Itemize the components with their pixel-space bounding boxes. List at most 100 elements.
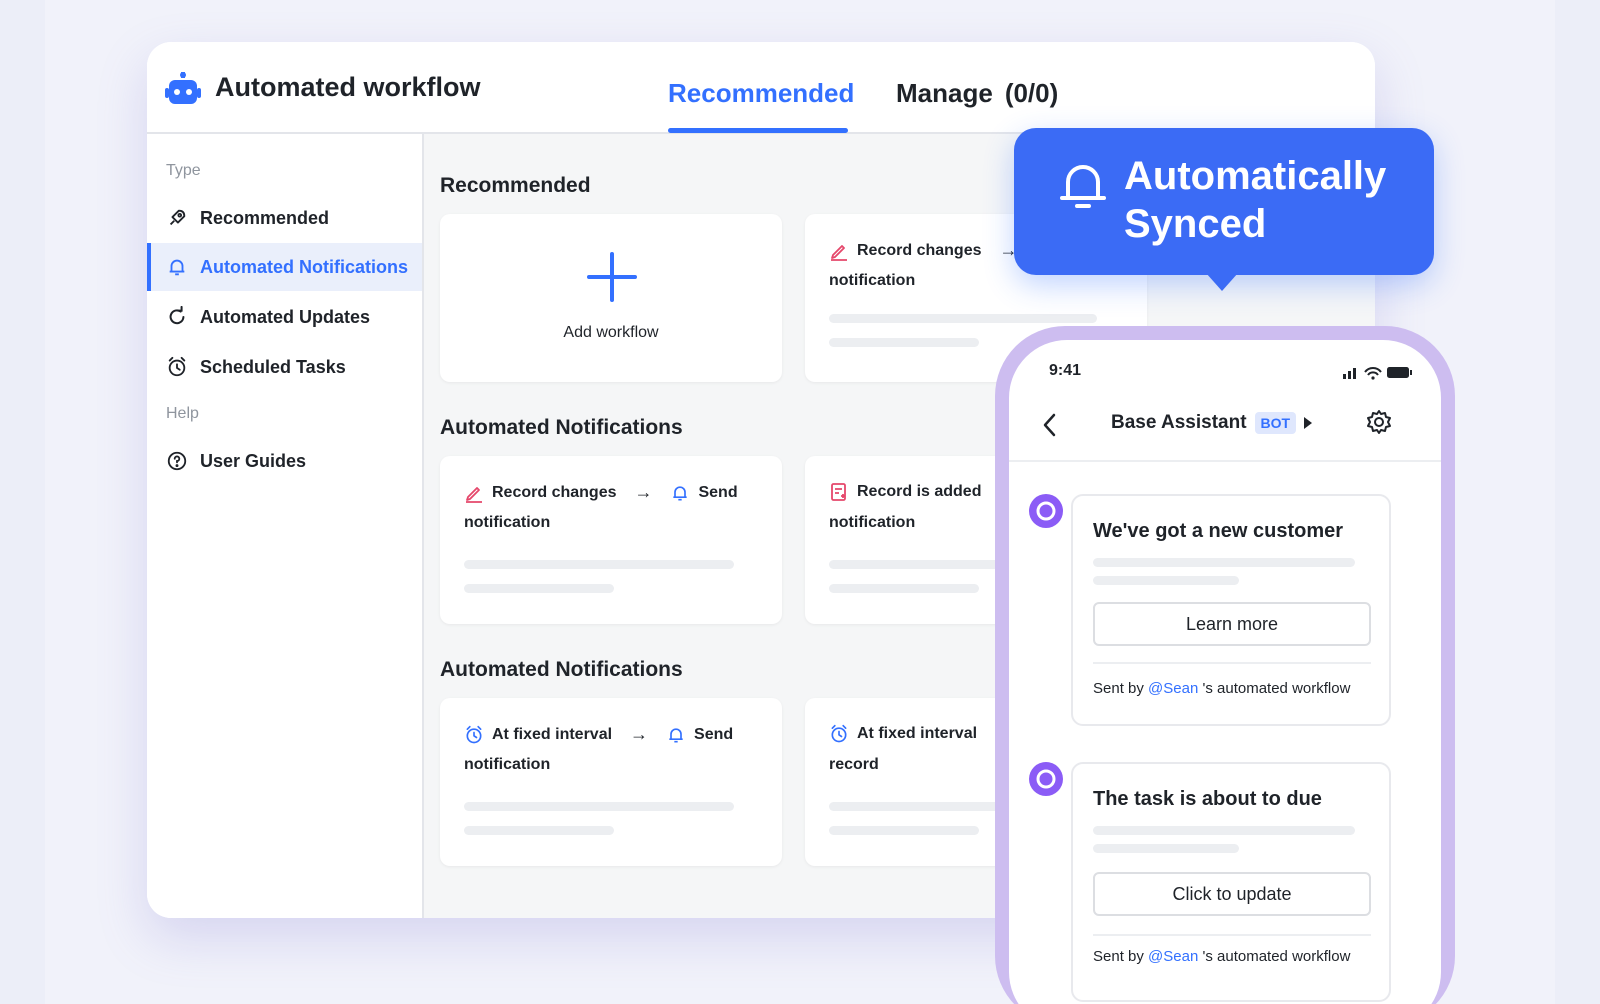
- rocket-icon: [169, 209, 186, 226]
- sidebar-item-label: Recommended: [200, 207, 330, 228]
- footer-suffix: 's automated workflow: [1202, 948, 1351, 965]
- message-footer: Sent by @Sean 's automated workflow: [1093, 680, 1350, 697]
- sidebar: Type Recommended Automated Notifications…: [147, 134, 424, 918]
- divider: [1093, 934, 1371, 936]
- card-trigger: Record changes →: [829, 240, 1035, 261]
- message-title: The task is about to due: [1093, 788, 1322, 810]
- card-action-label: Send: [694, 725, 734, 743]
- bot-badge: BOT: [1254, 412, 1297, 434]
- gear-icon[interactable]: [1365, 408, 1393, 436]
- callout-text: Automatically Synced: [1124, 152, 1386, 248]
- learn-more-button[interactable]: Learn more: [1093, 602, 1371, 646]
- card-trigger: Record is added: [829, 482, 981, 502]
- alarm-clock-icon: [168, 356, 186, 377]
- callout-line2: Synced: [1124, 202, 1267, 246]
- window-title: Automated workflow: [215, 72, 481, 102]
- card-line2: notification: [829, 514, 916, 531]
- message-card: The task is about to due Click to update…: [1071, 762, 1391, 1002]
- alarm-clock-icon: [466, 725, 482, 743]
- card-trigger-label: Record changes: [857, 241, 982, 259]
- card-line2: notification: [464, 756, 551, 773]
- placeholder-bar: [1093, 844, 1239, 853]
- card-trigger: Record changes → Send: [464, 482, 738, 503]
- active-tab-indicator: [668, 128, 848, 133]
- bot-avatar: [1029, 762, 1063, 796]
- divider: [1093, 662, 1371, 664]
- card-trigger: At fixed interval: [829, 724, 977, 744]
- sidebar-section-type: Type: [166, 162, 201, 179]
- sidebar-item-label: Scheduled Tasks: [200, 356, 346, 377]
- tab-manage-label: Manage: [896, 78, 993, 108]
- placeholder-bar: [829, 826, 979, 835]
- user-mention[interactable]: @Sean: [1148, 680, 1198, 697]
- caret-right-icon: [1304, 417, 1313, 429]
- callout-line1: Automatically: [1124, 154, 1387, 198]
- pencil-icon: [466, 486, 482, 503]
- status-bar-icons: [1343, 367, 1412, 380]
- bell-icon: [673, 485, 688, 500]
- tab-manage-count: (0/0): [1004, 78, 1059, 108]
- click-to-update-button[interactable]: Click to update: [1093, 872, 1371, 916]
- card-trigger: At fixed interval → Send: [464, 724, 733, 745]
- placeholder-bar: [464, 802, 734, 811]
- chat-title[interactable]: Base Assistant BOT: [1111, 412, 1313, 434]
- add-workflow-label: Add workflow: [563, 324, 659, 341]
- robot-icon: [165, 72, 201, 104]
- sidebar-item-user-guides[interactable]: User Guides: [147, 437, 422, 485]
- status-time: 9:41: [1049, 362, 1082, 379]
- back-chevron-icon[interactable]: [1039, 410, 1061, 440]
- placeholder-bar: [464, 560, 734, 569]
- placeholder-bar: [1093, 558, 1355, 567]
- bell-icon: [669, 727, 683, 742]
- chat-title-label: Base Assistant: [1111, 412, 1247, 433]
- sidebar-item-scheduled-tasks[interactable]: Scheduled Tasks: [147, 343, 422, 391]
- alarm-clock-icon: [831, 724, 847, 743]
- sidebar-item-recommended[interactable]: Recommended: [147, 194, 422, 242]
- record-added-icon: [831, 483, 846, 501]
- plus-icon: [587, 252, 637, 302]
- window-header: Automated workflow Recommended Manage (0/…: [147, 42, 1375, 134]
- workflow-card[interactable]: At fixed interval → Send notification: [440, 698, 782, 866]
- pencil-icon: [831, 244, 847, 261]
- refresh-icon: [169, 306, 185, 325]
- tab-recommended[interactable]: Recommended: [668, 78, 854, 109]
- card-line2: record: [829, 756, 879, 773]
- footer-prefix: Sent by: [1093, 680, 1144, 697]
- phone-screen: 9:41 Base Assistant BOT We've got a new …: [1009, 340, 1441, 1004]
- card-line2: notification: [829, 272, 916, 289]
- card-action-label: Send: [698, 483, 738, 501]
- user-mention[interactable]: @Sean: [1148, 948, 1198, 965]
- card-line2: notification: [464, 514, 551, 531]
- workflow-card[interactable]: Record changes → Send notification: [440, 456, 782, 624]
- card-trigger-label: Record is added: [857, 483, 982, 500]
- tab-manage[interactable]: Manage (0/0): [896, 78, 1058, 109]
- placeholder-bar: [829, 338, 979, 347]
- section-title: Recommended: [440, 174, 591, 197]
- card-trigger-label: Record changes: [492, 483, 617, 501]
- sidebar-item-label: Automated Notifications: [200, 256, 409, 277]
- placeholder-bar: [829, 584, 979, 593]
- add-workflow-card[interactable]: Add workflow: [440, 214, 782, 382]
- message-card: We've got a new customer Learn more Sent…: [1071, 494, 1391, 726]
- placeholder-bar: [1093, 826, 1355, 835]
- section-title: Automated Notifications: [440, 416, 683, 439]
- message-footer: Sent by @Sean 's automated workflow: [1093, 948, 1350, 965]
- placeholder-bar: [829, 314, 1097, 323]
- arrow-right-icon: →: [630, 724, 649, 744]
- phone-frame: 9:41 Base Assistant BOT We've got a new …: [995, 326, 1455, 1004]
- sidebar-section-help: Help: [166, 405, 199, 422]
- arrow-right-icon: →: [634, 482, 653, 502]
- bell-icon: [1060, 165, 1106, 208]
- sidebar-item-automated-updates[interactable]: Automated Updates: [147, 293, 422, 341]
- bot-avatar: [1029, 494, 1063, 528]
- card-trigger-label: At fixed interval: [857, 725, 978, 742]
- footer-prefix: Sent by: [1093, 948, 1144, 965]
- question-circle-icon: [167, 451, 187, 471]
- placeholder-bar: [464, 584, 614, 593]
- section-title: Automated Notifications: [440, 658, 683, 681]
- card-trigger-label: At fixed interval: [492, 725, 613, 743]
- sidebar-item-automated-notifications[interactable]: Automated Notifications: [147, 243, 422, 291]
- sidebar-item-label: Automated Updates: [200, 306, 371, 327]
- message-title: We've got a new customer: [1093, 520, 1344, 542]
- footer-suffix: 's automated workflow: [1202, 680, 1351, 697]
